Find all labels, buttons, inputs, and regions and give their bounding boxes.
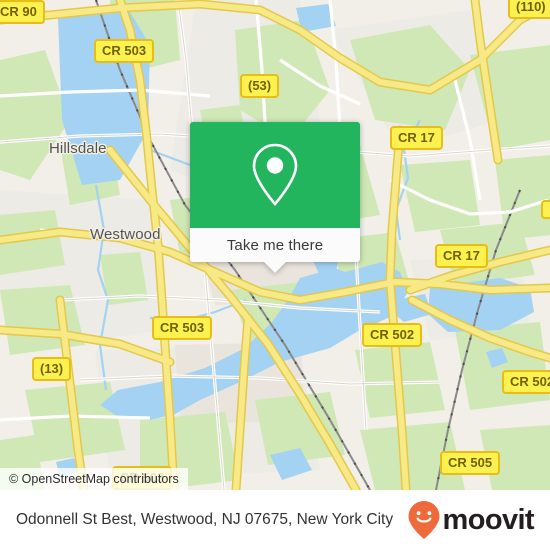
shield-13[interactable]: (13) — [32, 357, 72, 381]
popup-cta[interactable]: Take me there — [190, 228, 360, 273]
shield-cr-17-mid[interactable]: CR 17 — [435, 244, 488, 268]
shield-cr-505[interactable]: CR 505 — [440, 451, 501, 475]
shield-cr-502-right[interactable]: CR 502 — [502, 370, 550, 394]
shield-110[interactable]: (110) — [508, 0, 550, 19]
footer-bar: Odonnell St Best, Westwood, NJ 07675, Ne… — [0, 490, 550, 550]
map-canvas[interactable]: Hillsdale Westwood CR 90 (110) CR 503 (5… — [0, 0, 550, 490]
popup-header — [190, 122, 360, 228]
shield-cr-90[interactable]: CR 90 — [0, 0, 45, 24]
popup-cta-label: Take me there — [226, 236, 324, 254]
moovit-wordmark: moovit — [442, 503, 535, 536]
popup-pointer — [264, 262, 286, 273]
map-pin-icon — [252, 143, 298, 206]
osm-attribution[interactable]: © OpenStreetMap contributors — [0, 468, 188, 490]
moovit-map-screenshot: Hillsdale Westwood CR 90 (110) CR 503 (5… — [0, 0, 550, 550]
moovit-logo[interactable]: moovit — [407, 500, 535, 540]
destination-popup[interactable]: Take me there — [190, 122, 360, 273]
shield-53[interactable]: (53) — [240, 74, 280, 98]
shield-cr-17-top[interactable]: CR 17 — [390, 126, 443, 150]
shield-cr-502-mid[interactable]: CR 502 — [362, 323, 423, 347]
shield-edge-cut[interactable] — [541, 200, 550, 219]
location-title: Odonnell St Best, Westwood, NJ 07675, Ne… — [16, 511, 394, 528]
moovit-pin-icon — [408, 501, 440, 539]
shield-cr-503-mid[interactable]: CR 503 — [152, 316, 213, 340]
shield-cr-503-top[interactable]: CR 503 — [94, 39, 155, 63]
